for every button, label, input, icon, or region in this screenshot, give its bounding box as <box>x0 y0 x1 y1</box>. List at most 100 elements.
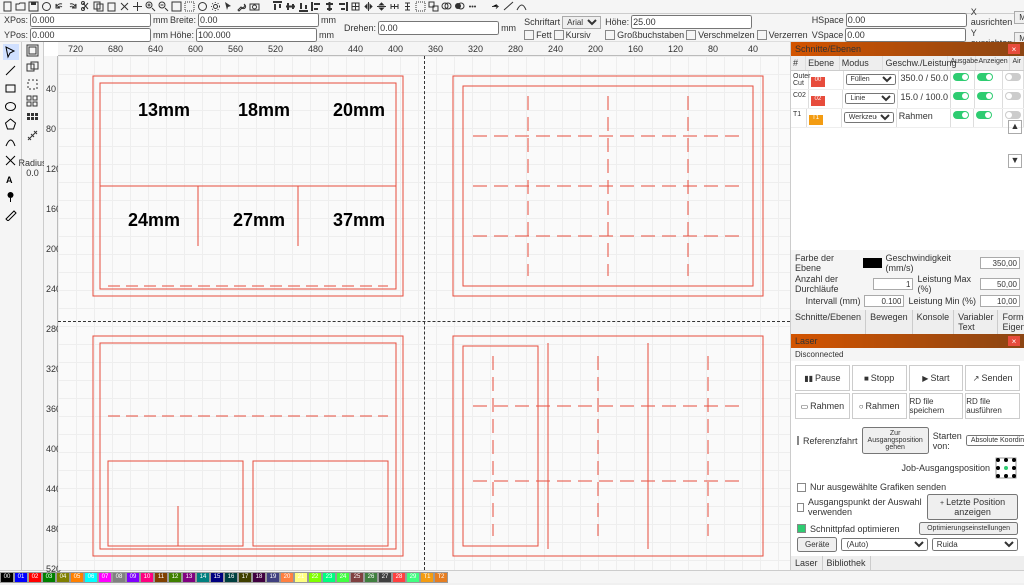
line-tool[interactable] <box>3 62 19 78</box>
pause-button[interactable]: ▮▮ Pause <box>795 365 850 391</box>
runfile-button[interactable]: RD file ausführen <box>965 393 1020 419</box>
palette-color[interactable]: 06 <box>84 572 98 583</box>
zoomout-icon[interactable] <box>158 1 169 12</box>
bool1-icon[interactable] <box>441 1 452 12</box>
palette-color[interactable]: 27 <box>378 572 392 583</box>
pen-tool[interactable] <box>3 206 19 222</box>
measure-tool[interactable] <box>26 129 39 144</box>
optsettings-button[interactable]: Optimierungseinstellungen <box>919 522 1018 535</box>
redo-icon[interactable] <box>67 1 78 12</box>
frame-button[interactable]: ▭ Rahmen <box>795 393 850 419</box>
alignvc-icon[interactable] <box>285 1 296 12</box>
tab-laser[interactable]: Laser <box>791 556 823 570</box>
curve-icon[interactable] <box>516 1 527 12</box>
xpos-input[interactable] <box>30 13 151 27</box>
palette-color[interactable]: 13 <box>182 572 196 583</box>
controller-select[interactable]: Ruida <box>932 538 1018 551</box>
ypos-input[interactable] <box>30 28 151 42</box>
selonly-check[interactable] <box>797 483 806 492</box>
interval-input[interactable] <box>864 295 904 307</box>
palette-color[interactable]: 23 <box>322 572 336 583</box>
wrench-icon[interactable] <box>236 1 247 12</box>
palette-color[interactable]: 14 <box>196 572 210 583</box>
center-icon[interactable] <box>350 1 361 12</box>
stop-button[interactable]: ■ Stopp <box>852 365 907 391</box>
vspace-input[interactable] <box>845 28 966 42</box>
grid-tool[interactable] <box>26 112 39 127</box>
paste-icon[interactable] <box>106 1 117 12</box>
tab-cuts[interactable]: Schnitte/Ebenen <box>791 310 866 334</box>
gear-icon[interactable] <box>210 1 221 12</box>
fliph-icon[interactable] <box>363 1 374 12</box>
showpos-button[interactable]: + Letzte Position anzeigen <box>927 494 1018 520</box>
palette-color[interactable]: 09 <box>126 572 140 583</box>
drehen-input[interactable] <box>378 21 499 35</box>
font-select[interactable]: Arial <box>562 16 601 29</box>
marker-tool[interactable] <box>3 188 19 204</box>
weld-check[interactable] <box>686 30 696 40</box>
aligntop-icon[interactable] <box>272 1 283 12</box>
layer-color-swatch[interactable] <box>863 258 882 268</box>
palette-color[interactable]: 19 <box>266 572 280 583</box>
open-icon[interactable] <box>15 1 26 12</box>
flipv-icon[interactable] <box>376 1 387 12</box>
palette-color[interactable]: 16 <box>224 572 238 583</box>
palette-color[interactable]: 28 <box>392 572 406 583</box>
optpath-check[interactable] <box>797 524 806 533</box>
palette-color[interactable]: T2 <box>434 572 448 583</box>
zoomin-icon[interactable] <box>145 1 156 12</box>
save-icon[interactable] <box>28 1 39 12</box>
globe-icon[interactable] <box>41 1 52 12</box>
hohe-input[interactable] <box>196 28 317 42</box>
startfrom-select[interactable]: Absolute Koordinaten <box>966 435 1024 446</box>
weld-tool[interactable] <box>26 61 39 76</box>
group-icon[interactable] <box>415 1 426 12</box>
distort-check[interactable] <box>757 30 767 40</box>
device-select[interactable]: (Auto) <box>841 538 927 551</box>
zoomsel-icon[interactable] <box>184 1 195 12</box>
palette-color[interactable]: 07 <box>98 572 112 583</box>
cut-icon[interactable] <box>80 1 91 12</box>
rect-tool[interactable] <box>3 80 19 96</box>
select-tool[interactable] <box>3 44 19 60</box>
line2-icon[interactable] <box>503 1 514 12</box>
bool2-icon[interactable] <box>454 1 465 12</box>
breite-input[interactable] <box>198 13 319 27</box>
fontheight-input[interactable] <box>631 15 752 29</box>
palette-color[interactable]: 22 <box>308 572 322 583</box>
dots-icon[interactable] <box>467 1 478 12</box>
canvas-area[interactable]: 7206806406005605204804404003603202802402… <box>44 42 790 570</box>
tab-move[interactable]: Bewegen <box>866 310 913 334</box>
palette-color[interactable]: 08 <box>112 572 126 583</box>
tab-console[interactable]: Konsole <box>913 310 955 334</box>
layer-row[interactable]: Outer Cut00Füllen350.0 / 50.0 <box>791 71 1024 90</box>
palette-color[interactable]: 20 <box>280 572 294 583</box>
pmax-input[interactable] <box>980 278 1020 290</box>
italic-check[interactable] <box>554 30 564 40</box>
pmin-input[interactable] <box>980 295 1020 307</box>
alignleft-icon[interactable] <box>311 1 322 12</box>
move-icon[interactable] <box>132 1 143 12</box>
tool-icon[interactable] <box>197 1 208 12</box>
close-icon[interactable]: × <box>1008 44 1020 54</box>
break-tool[interactable] <box>26 78 39 93</box>
palette-color[interactable]: 01 <box>14 572 28 583</box>
bezier-tool[interactable] <box>3 134 19 150</box>
palette-color[interactable]: 12 <box>168 572 182 583</box>
job-origin-icon[interactable] <box>994 456 1018 480</box>
laser-close-icon[interactable]: × <box>1008 336 1020 346</box>
new-icon[interactable] <box>2 1 13 12</box>
layer-up-button[interactable]: ▲ <box>1008 120 1022 134</box>
selorigin-check[interactable] <box>797 503 804 512</box>
frame2-button[interactable]: ○ Rahmen <box>852 393 907 419</box>
offset-tool[interactable] <box>26 44 39 59</box>
dist-icon[interactable] <box>389 1 400 12</box>
upper-check[interactable] <box>605 30 615 40</box>
polygon-tool[interactable] <box>3 116 19 132</box>
hspace-input[interactable] <box>846 13 967 27</box>
home-check[interactable] <box>797 436 799 445</box>
copy-icon[interactable] <box>93 1 104 12</box>
dist2-icon[interactable] <box>402 1 413 12</box>
palette-color[interactable]: 29 <box>406 572 420 583</box>
text-tool[interactable]: A <box>3 170 19 186</box>
